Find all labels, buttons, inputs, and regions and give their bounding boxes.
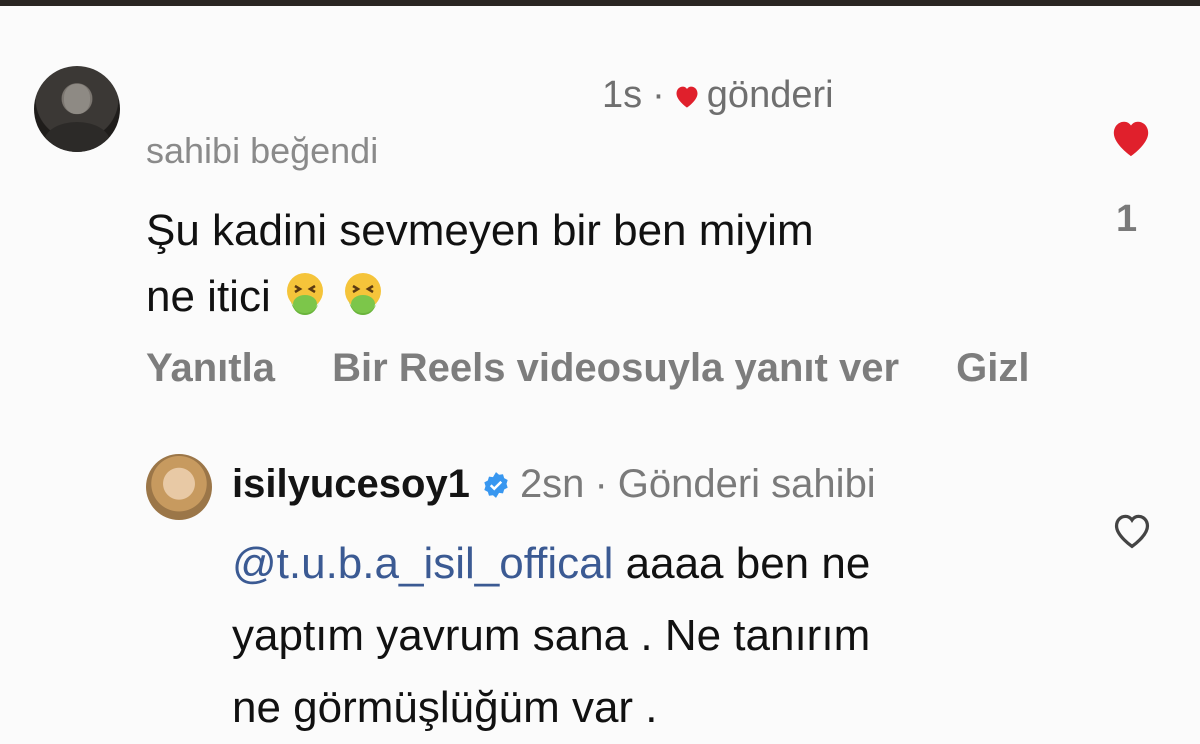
reply-text: @t.u.b.a_isil_offical aaaa ben ne yaptım… [232,528,1052,744]
like-heart-filled-icon[interactable] [1108,116,1154,158]
nauseated-face-icon [286,273,323,315]
reply-meta-separator: · [594,462,608,506]
comment-actions: Yanıtla Bir Reels videosuyla yanıt ver G… [146,346,1075,391]
meta-separator: · [652,74,665,116]
reply-time: 2sn [519,462,585,506]
reply-text-line2: yaptım yavrum sana . Ne tanırım [232,611,871,660]
reply-avatar[interactable] [146,454,212,520]
reply-text-line1-wrap: @t.u.b.a_isil_offical aaaa ben ne [232,528,1052,600]
comment-time: 1s [602,74,643,116]
heart-icon [676,86,698,108]
comment-meta: 1s · gönderi [602,74,834,117]
comment-text-line2-wrap: ne itici [146,264,1046,330]
reply-text-line3: ne görmüşlüğüm var . [232,683,658,732]
reply-button[interactable]: Yanıtla [146,346,275,390]
commenter-avatar[interactable] [34,66,120,152]
post-owner-label: Gönderi sahibi [617,462,876,506]
liked-by-owner-label: gönderi [706,74,834,116]
reply-username[interactable]: isilyucesoy1 [232,462,470,507]
reels-reply-button[interactable]: Bir Reels videosuyla yanıt ver [332,346,899,390]
verified-badge-icon [484,471,508,498]
owner-liked-label: sahibi beğendi [146,130,379,171]
top-edge-bar [0,0,1200,6]
hide-button[interactable]: Gizl [956,346,1029,390]
reply-text-line1: aaaa ben ne [625,539,871,588]
mention-link[interactable]: @t.u.b.a_isil_offical [232,539,613,588]
reply-header: isilyucesoy1 2sn · Gönderi sahibi [232,462,876,507]
like-count: 1 [1116,198,1138,240]
comment-text: Şu kadini sevmeyen bir ben miyim ne itic… [146,198,1046,330]
nauseated-face-icon [344,273,381,315]
comment-text-line1: Şu kadini sevmeyen bir ben miyim [146,206,814,255]
comment-text-line2: ne itici [146,272,271,321]
like-heart-outline-icon[interactable] [1110,510,1154,550]
